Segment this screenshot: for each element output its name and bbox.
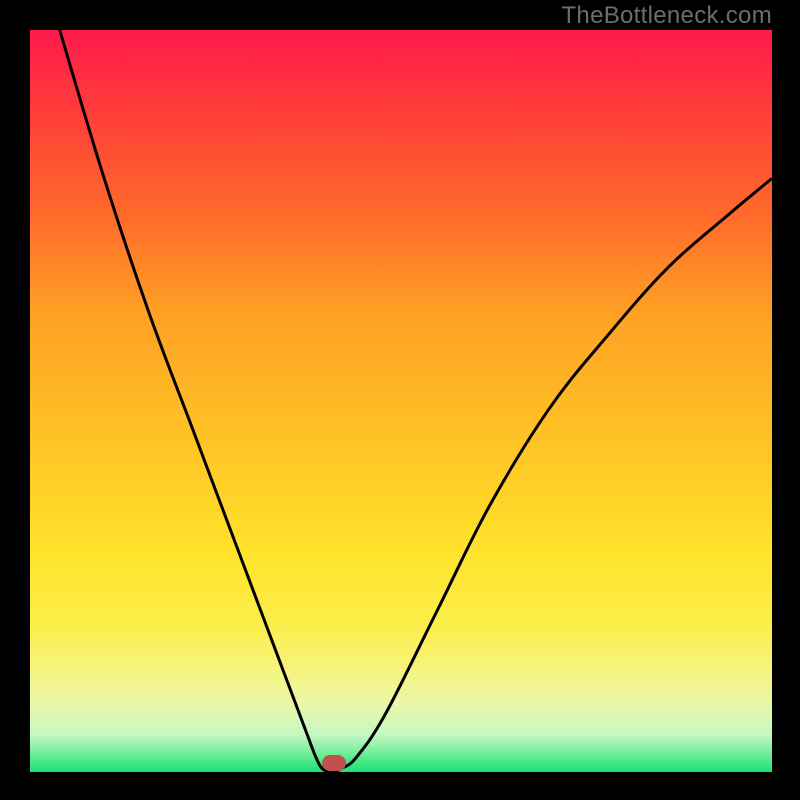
optimal-point-marker xyxy=(322,755,346,771)
chart-frame: TheBottleneck.com xyxy=(0,0,800,800)
chart-curve-layer xyxy=(0,0,800,800)
watermark-text: TheBottleneck.com xyxy=(561,2,772,30)
bottleneck-curve xyxy=(60,30,772,773)
